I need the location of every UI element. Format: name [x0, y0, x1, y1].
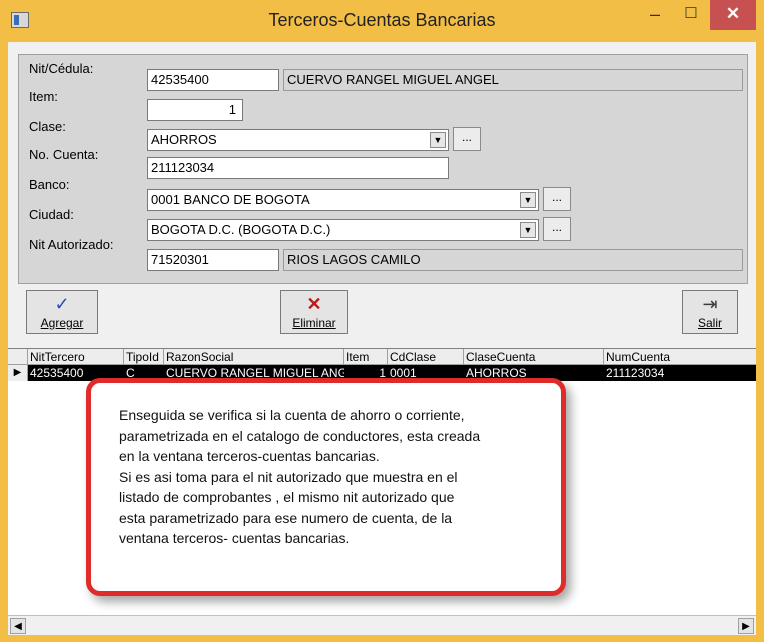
column-header[interactable]: Item — [344, 349, 388, 365]
chevron-down-icon[interactable]: ▼ — [520, 192, 536, 208]
autorizado-label: Nit Autorizado: — [29, 237, 114, 252]
cell-num-cuenta[interactable]: 211123034 — [604, 365, 756, 381]
checkmark-icon: ✓ — [54, 294, 70, 314]
ciudad-lookup-button[interactable]: ... — [543, 217, 571, 241]
nit-field[interactable]: 42535400 — [147, 69, 279, 91]
callout-line: parametrizada en el catalogo de conducto… — [119, 427, 481, 444]
cuenta-label: No. Cuenta: — [29, 147, 99, 162]
salir-button[interactable]: ⇥ Salir — [682, 290, 738, 334]
nit-label: Nit/Cédula: — [29, 61, 94, 76]
x-icon: ✕ — [306, 294, 322, 314]
banco-select[interactable]: 0001 BANCO DE BOGOTA ▼ — [147, 189, 539, 211]
autorizado-field[interactable]: 71520301 — [147, 249, 279, 271]
minimize-button[interactable]: – — [640, 0, 670, 30]
scroll-left-icon[interactable]: ◀ — [10, 618, 26, 634]
callout-line: ventana terceros- cuentas bancarias. — [119, 530, 350, 546]
cuenta-field[interactable]: 211123034 — [147, 157, 449, 179]
callout-line: Enseguida se verifica si la cuenta de ah… — [119, 407, 465, 423]
title-bar[interactable]: Terceros-Cuentas Bancarias – ☐ ✕ — [0, 0, 764, 42]
ciudad-value: BOGOTA D.C. (BOGOTA D.C.) — [151, 222, 331, 237]
callout-line: listado de comprobantes , el mismo nit a… — [119, 489, 455, 505]
column-header[interactable]: NitTercero — [28, 349, 124, 365]
app-window: Terceros-Cuentas Bancarias – ☐ ✕ Nit/Céd… — [0, 0, 764, 642]
autorizado-name-field: RIOS LAGOS CAMILO — [283, 249, 743, 271]
banco-label: Banco: — [29, 177, 70, 192]
column-header[interactable]: ClaseCuenta — [464, 349, 604, 365]
maximize-button[interactable]: ☐ — [676, 0, 706, 30]
grid-header: NitTercero TipoId RazonSocial Item CdCla… — [8, 349, 756, 365]
callout-line: esta parametrizado para ese numero de cu… — [119, 509, 453, 526]
column-header[interactable]: RazonSocial — [164, 349, 344, 365]
callout-line: Si es asi toma para el nit autorizado qu… — [119, 468, 458, 485]
agregar-label: Agregar — [40, 316, 84, 330]
column-header[interactable]: CdClase — [388, 349, 464, 365]
clase-label: Clase: — [29, 119, 66, 134]
salir-label: Salir — [697, 316, 722, 330]
eliminar-label: Eliminar — [292, 316, 336, 330]
row-indicator-icon: ▶ — [8, 365, 28, 381]
form-panel: Nit/Cédula: 42535400 CUERVO RANGEL MIGUE… — [18, 54, 748, 284]
item-field[interactable]: 1 — [147, 99, 243, 121]
horizontal-scrollbar[interactable]: ◀ ▶ — [8, 615, 756, 635]
eliminar-button[interactable]: ✕ Eliminar — [280, 290, 348, 334]
column-header[interactable]: NumCuenta — [604, 349, 756, 365]
banco-lookup-button[interactable]: ... — [543, 187, 571, 211]
chevron-down-icon[interactable]: ▼ — [520, 222, 536, 238]
clase-lookup-button[interactable]: ... — [453, 127, 481, 151]
annotation-callout: Enseguida se verifica si la cuenta de ah… — [86, 378, 566, 596]
exit-door-icon: ⇥ — [702, 294, 718, 314]
close-button[interactable]: ✕ — [710, 0, 756, 30]
ciudad-select[interactable]: BOGOTA D.C. (BOGOTA D.C.) ▼ — [147, 219, 539, 241]
agregar-button[interactable]: ✓ Agregar — [26, 290, 98, 334]
nit-name-field: CUERVO RANGEL MIGUEL ANGEL — [283, 69, 743, 91]
column-header[interactable]: TipoId — [124, 349, 164, 365]
banco-value: 0001 BANCO DE BOGOTA — [151, 192, 310, 207]
callout-line: en la ventana terceros-cuentas bancarias… — [119, 448, 380, 464]
scroll-right-icon[interactable]: ▶ — [738, 618, 754, 634]
clase-select[interactable]: AHORROS ▼ — [147, 129, 449, 151]
item-label: Item: — [29, 89, 58, 104]
ciudad-label: Ciudad: — [29, 207, 74, 222]
clase-value: AHORROS — [151, 132, 217, 147]
grid-header-corner — [8, 349, 28, 365]
chevron-down-icon[interactable]: ▼ — [430, 132, 446, 148]
